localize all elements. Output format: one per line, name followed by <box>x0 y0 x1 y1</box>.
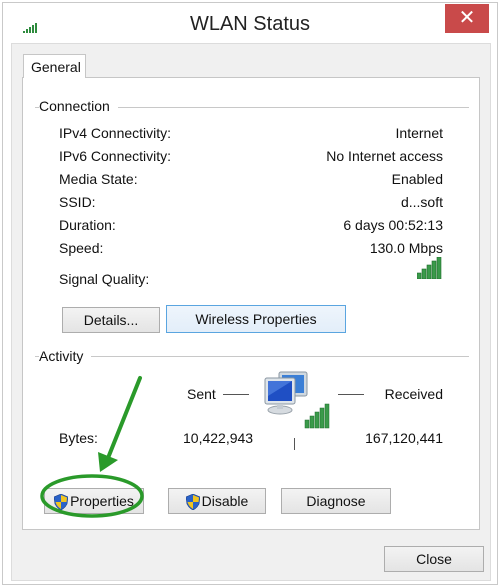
details-button[interactable]: Details... <box>62 307 160 333</box>
properties-button-label: Properties <box>70 493 134 509</box>
dialog-client-area: General Connection IPv4 Connectivity: In… <box>11 43 491 581</box>
ssid-label: SSID: <box>59 194 96 210</box>
duration-value: 6 days 00:52:13 <box>343 217 443 233</box>
wireless-properties-button[interactable]: Wireless Properties <box>166 305 346 333</box>
received-dash <box>338 394 364 395</box>
disable-button[interactable]: Disable <box>168 488 266 514</box>
duration-row: Duration: 6 days 00:52:13 <box>59 217 443 237</box>
window-title: WLAN Status <box>189 13 311 35</box>
ssid-row: SSID: d...soft <box>59 194 443 214</box>
signal-quality-row: Signal Quality: <box>59 257 443 291</box>
speed-row: Speed: 130.0 Mbps <box>59 240 443 260</box>
speed-value: 130.0 Mbps <box>369 240 443 256</box>
disable-button-label: Disable <box>201 493 249 509</box>
network-computers-icon <box>264 371 330 429</box>
title-bar: WLAN Status ✕ <box>3 3 497 45</box>
signal-quality-label: Signal Quality: <box>59 271 150 287</box>
ipv4-row: IPv4 Connectivity: Internet <box>59 125 443 145</box>
ipv6-value: No Internet access <box>326 148 443 164</box>
close-button[interactable]: Close <box>384 546 484 572</box>
activity-divider <box>35 356 469 357</box>
ipv4-value: Internet <box>395 125 443 141</box>
tab-general[interactable]: General <box>23 54 86 78</box>
media-state-label: Media State: <box>59 171 138 187</box>
wlan-status-dialog: WLAN Status ✕ General Connection IPv4 Co… <box>2 2 498 585</box>
duration-label: Duration: <box>59 217 116 233</box>
activity-separator <box>294 438 295 450</box>
close-window-button[interactable]: ✕ <box>445 4 489 33</box>
received-label: Received <box>384 386 443 402</box>
ssid-value: d...soft <box>400 194 443 210</box>
close-icon: ✕ <box>458 7 476 29</box>
media-state-value: Enabled <box>391 171 443 187</box>
general-tab-panel: Connection IPv4 Connectivity: Internet I… <box>22 77 480 530</box>
activity-group-title: Activity <box>39 348 92 364</box>
bytes-received-value: 167,120,441 <box>365 430 443 446</box>
sent-label: Sent <box>187 386 216 402</box>
bytes-sent-value: 10,422,943 <box>183 430 254 446</box>
sent-dash <box>223 394 249 395</box>
ipv6-row: IPv6 Connectivity: No Internet access <box>59 148 443 168</box>
ipv6-label: IPv6 Connectivity: <box>59 148 172 164</box>
connection-group-title: Connection <box>39 98 118 114</box>
bytes-label: Bytes: <box>59 430 98 446</box>
signal-quality-bars-icon <box>417 257 442 279</box>
ipv4-label: IPv4 Connectivity: <box>59 125 172 141</box>
media-state-row: Media State: Enabled <box>59 171 443 191</box>
properties-button[interactable]: Properties <box>44 488 144 514</box>
speed-label: Speed: <box>59 240 104 256</box>
diagnose-button[interactable]: Diagnose <box>281 488 391 514</box>
uac-shield-icon <box>185 494 200 511</box>
uac-shield-icon <box>54 494 69 511</box>
